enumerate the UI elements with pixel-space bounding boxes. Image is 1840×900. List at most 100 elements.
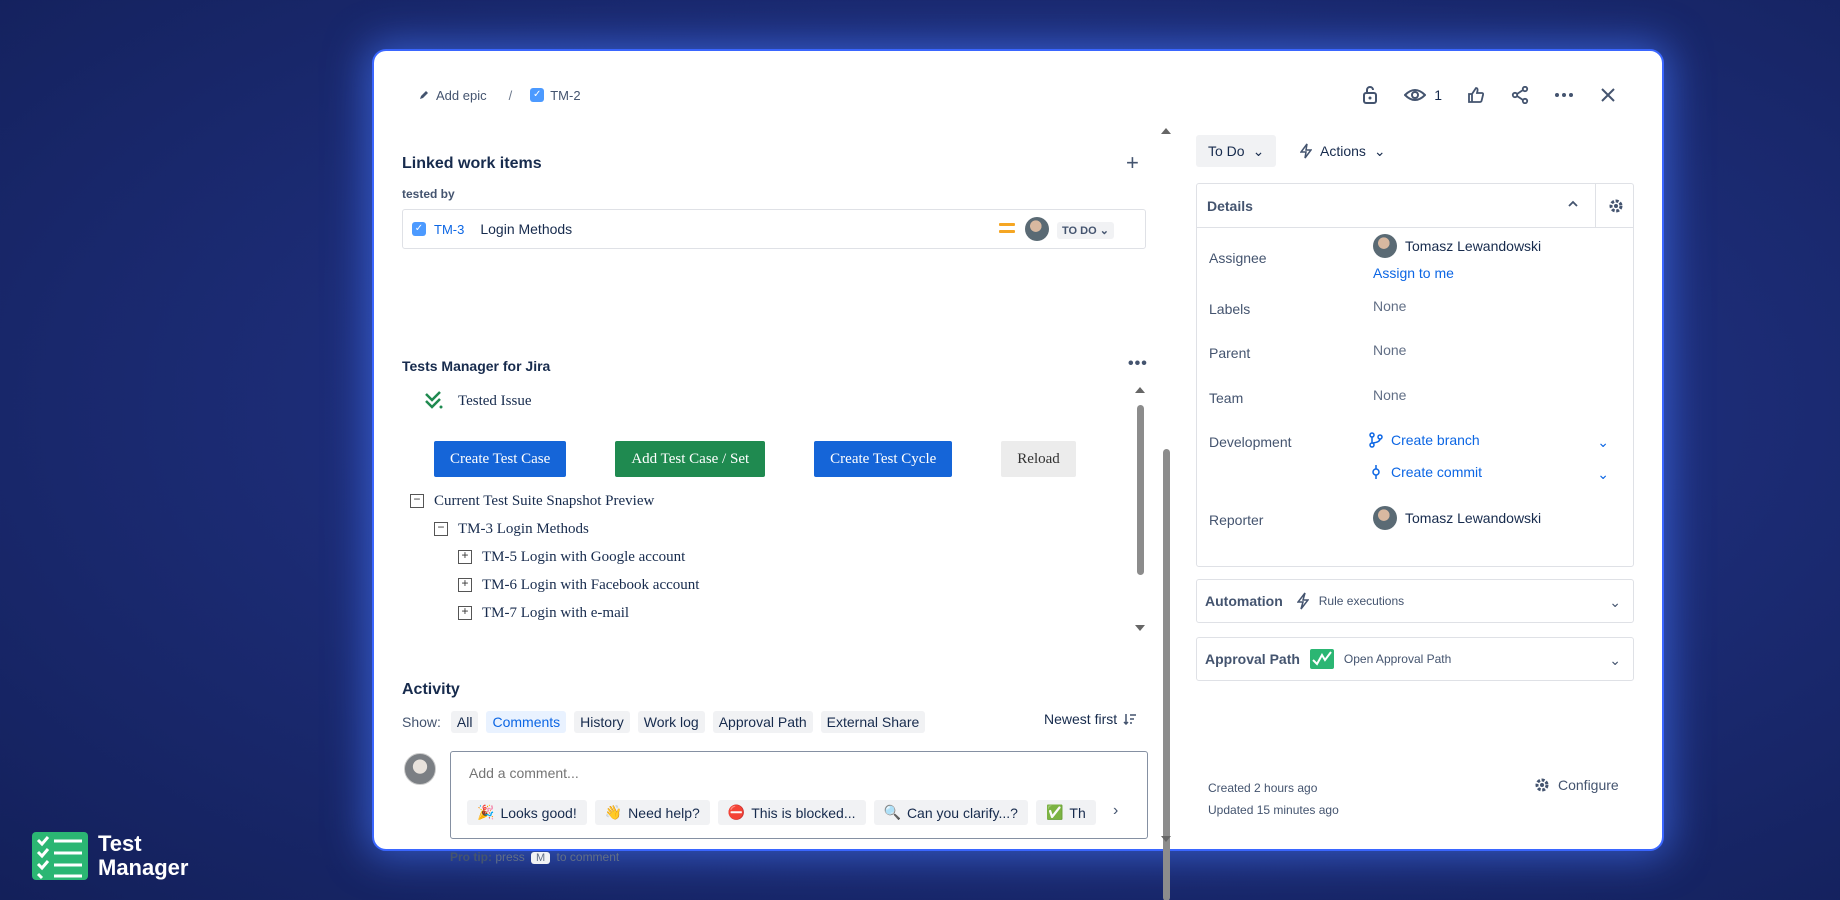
automation-panel[interactable]: Automation Rule executions ⌄: [1196, 579, 1634, 623]
no-entry-icon: ⛔: [727, 804, 746, 820]
tests-manager-title: Tests Manager for Jira: [402, 358, 551, 374]
reload-button[interactable]: Reload: [1001, 441, 1076, 477]
actions-label: Actions: [1320, 143, 1366, 159]
thumbs-up-icon[interactable]: [1466, 85, 1486, 105]
linked-item-summary[interactable]: Login Methods: [480, 221, 572, 237]
tab-history[interactable]: History: [574, 711, 630, 733]
watch-button[interactable]: 1: [1404, 87, 1442, 103]
linked-item-key[interactable]: TM-3: [434, 222, 464, 237]
pro-tip-rest: to comment: [556, 850, 620, 864]
chevron-right-icon[interactable]: ›: [1113, 802, 1118, 820]
chevron-up-icon[interactable]: [1567, 198, 1579, 210]
scroll-up-icon[interactable]: [1135, 387, 1145, 393]
collapse-toggle-icon[interactable]: −: [410, 494, 424, 508]
details-header[interactable]: Details: [1197, 184, 1633, 228]
add-test-case-set-button[interactable]: Add Test Case / Set: [615, 441, 766, 477]
configure-label: Configure: [1558, 777, 1619, 793]
tree-node-label: TM-5 Login with Google account: [482, 548, 686, 565]
create-test-case-button[interactable]: Create Test Case: [434, 441, 567, 477]
eye-icon: [1404, 89, 1427, 101]
party-icon: 🎉: [477, 804, 495, 820]
created-time: Created 2 hours ago: [1208, 781, 1318, 795]
branch-icon: [1369, 432, 1383, 448]
status-dropdown[interactable]: TO DO ⌄: [1057, 222, 1114, 239]
top-actions: 1: [1360, 79, 1618, 111]
actions-dropdown[interactable]: Actions ⌄: [1300, 135, 1386, 167]
linked-item-row[interactable]: ✓ TM-3 Login Methods TO DO ⌄: [402, 209, 1146, 249]
lightning-icon: [1300, 143, 1312, 159]
add-link-icon[interactable]: +: [1126, 152, 1139, 174]
sort-order-label: Newest first: [1044, 711, 1118, 727]
configure-button[interactable]: Configure: [1534, 777, 1619, 793]
expand-toggle-icon[interactable]: +: [458, 550, 472, 564]
panel-scrollbar[interactable]: [1135, 385, 1145, 635]
scrollbar-thumb[interactable]: [1137, 405, 1144, 575]
issue-key-link[interactable]: ✓ TM-2: [530, 88, 581, 103]
create-branch-link[interactable]: Create branch ⌄: [1369, 432, 1609, 451]
comment-input[interactable]: [469, 765, 1069, 781]
parent-value[interactable]: None: [1373, 342, 1406, 358]
tab-all[interactable]: All: [450, 711, 479, 733]
chip-truncated[interactable]: ✅ Th: [1035, 800, 1096, 825]
more-icon[interactable]: •••: [1128, 355, 1148, 373]
approval-path-subtitle: Open Approval Path: [1343, 652, 1452, 666]
expand-toggle-icon[interactable]: +: [458, 606, 472, 620]
chip-looks-good[interactable]: 🎉 Looks good!: [467, 800, 587, 825]
chip-label: Can you clarify...?: [906, 804, 1018, 821]
tab-work-log[interactable]: Work log: [637, 711, 705, 733]
labels-label: Labels: [1209, 301, 1251, 317]
avatar: [404, 753, 436, 785]
tree-node[interactable]: + TM-7 Login with e-mail: [410, 599, 699, 627]
gear-icon[interactable]: [1595, 184, 1635, 228]
scroll-down-icon[interactable]: [1135, 625, 1145, 631]
chip-label: Need help?: [628, 804, 700, 821]
assign-to-me-link[interactable]: Assign to me: [1373, 265, 1454, 281]
main-scrollbar[interactable]: [1161, 126, 1171, 900]
create-commit-link[interactable]: Create commit ⌄: [1369, 464, 1609, 483]
reporter-value[interactable]: Tomasz Lewandowski: [1373, 506, 1541, 530]
create-test-cycle-button[interactable]: Create Test Cycle: [814, 441, 953, 477]
scroll-down-icon[interactable]: [1161, 836, 1171, 842]
chevron-down-icon[interactable]: ⌄: [1609, 652, 1621, 669]
expand-toggle-icon[interactable]: +: [458, 578, 472, 592]
tab-approval-path[interactable]: Approval Path: [712, 711, 813, 733]
scroll-up-icon[interactable]: [1161, 128, 1171, 134]
chip-need-help[interactable]: 👋 Need help?: [594, 800, 710, 825]
close-icon[interactable]: [1598, 85, 1618, 105]
chevron-down-icon[interactable]: ⌄: [1597, 466, 1609, 483]
logo-line2: Manager: [98, 855, 189, 880]
status-dropdown-label: TO DO: [1062, 225, 1097, 237]
tree-node[interactable]: + TM-6 Login with Facebook account: [410, 571, 699, 599]
chip-label: This is blocked...: [751, 804, 856, 821]
more-icon[interactable]: [1554, 85, 1574, 105]
collapse-toggle-icon[interactable]: −: [434, 522, 448, 536]
create-commit-label: Create commit: [1391, 464, 1483, 480]
scrollbar-thumb[interactable]: [1163, 449, 1170, 900]
labels-value[interactable]: None: [1373, 298, 1406, 314]
chevron-down-icon[interactable]: ⌄: [1609, 594, 1621, 611]
lock-icon[interactable]: [1360, 85, 1380, 105]
task-checkbox-icon: ✓: [412, 222, 426, 236]
magnifier-icon: 🔍: [883, 804, 901, 820]
tab-external-share[interactable]: External Share: [820, 711, 926, 733]
approval-path-panel[interactable]: Approval Path Open Approval Path ⌄: [1196, 637, 1634, 681]
tree-node[interactable]: + TM-5 Login with Google account: [410, 543, 699, 571]
chevron-down-icon[interactable]: ⌄: [1597, 434, 1609, 451]
tree-node-label: TM-7 Login with e-mail: [482, 604, 630, 621]
comment-editor[interactable]: 🎉 Looks good! 👋 Need help? ⛔ This is blocke…: [450, 751, 1148, 839]
tree-node[interactable]: − Current Test Suite Snapshot Preview: [410, 487, 699, 515]
add-epic-link[interactable]: Add epic: [418, 88, 487, 103]
status-dropdown[interactable]: To Do ⌄: [1196, 135, 1277, 167]
sort-order-button[interactable]: Newest first: [1044, 711, 1137, 727]
link-relation-label: tested by: [402, 187, 455, 201]
share-icon[interactable]: [1510, 85, 1530, 105]
chip-blocked[interactable]: ⛔ This is blocked...: [717, 800, 866, 825]
main-column: Linked work items + tested by ✓ TM-3 Log…: [402, 121, 1152, 864]
activity-title: Activity: [402, 681, 460, 698]
tab-comments[interactable]: Comments: [486, 711, 567, 733]
chip-clarify[interactable]: 🔍 Can you clarify...?: [873, 800, 1028, 825]
tree-node[interactable]: − TM-3 Login Methods: [410, 515, 699, 543]
issue-modal: Add epic / ✓ TM-2 1 Linked work items +: [374, 51, 1662, 900]
team-value[interactable]: None: [1373, 387, 1406, 403]
assignee-value[interactable]: Tomasz Lewandowski: [1373, 234, 1541, 258]
